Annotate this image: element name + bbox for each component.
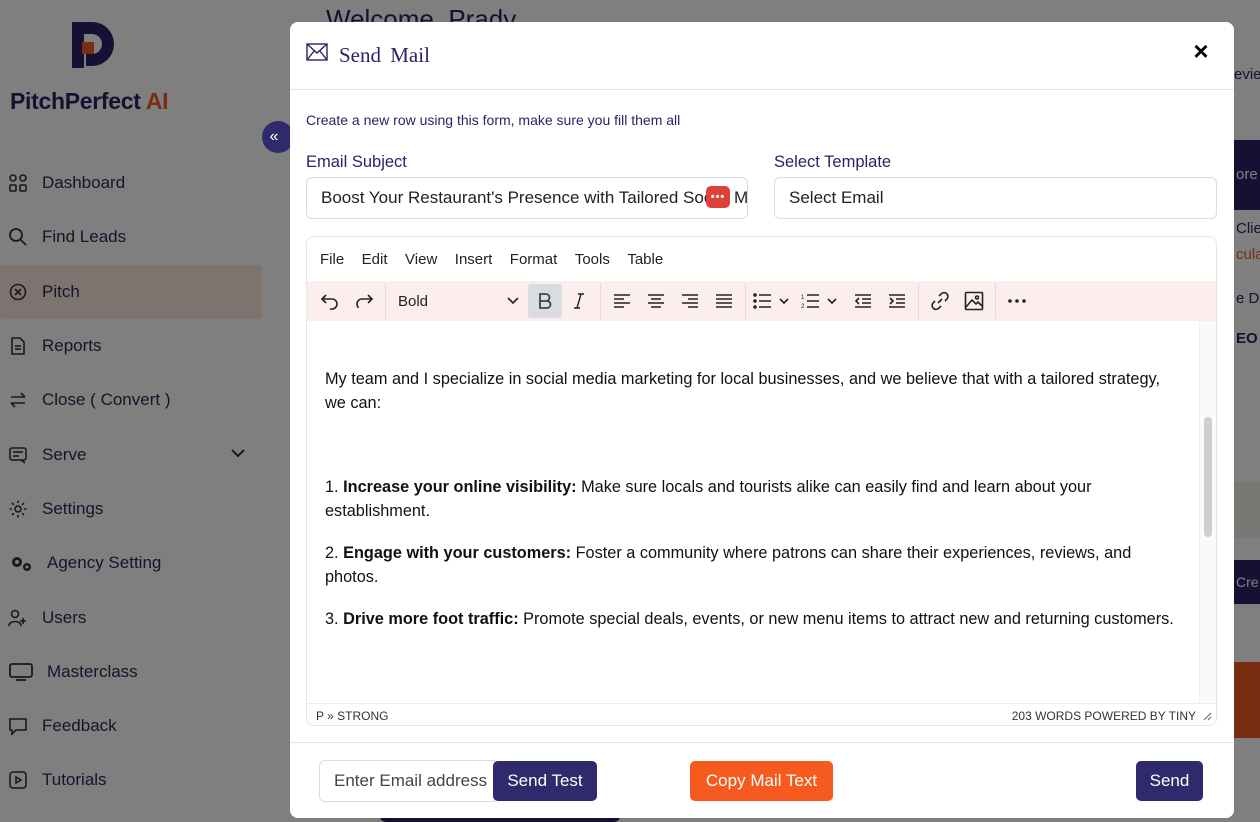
editor-scrollbar[interactable] — [1199, 321, 1216, 703]
close-icon[interactable]: × — [1188, 38, 1214, 64]
align-left-icon[interactable] — [605, 284, 639, 318]
editor-menubar: File Edit View Insert Format Tools Table — [307, 237, 1216, 281]
editor-toolbar: Bold 12 — [307, 281, 1216, 321]
menu-file[interactable]: File — [320, 251, 344, 268]
align-center-icon[interactable] — [639, 284, 673, 318]
modal-footer: Enter Email address Send Test Copy Mail … — [290, 742, 1234, 818]
indent-icon[interactable] — [880, 284, 914, 318]
mail-icon — [306, 43, 328, 61]
editor-content[interactable]: My team and I specialize in social media… — [307, 321, 1199, 703]
numbered-list-icon[interactable]: 12 — [798, 284, 846, 318]
bold-icon[interactable] — [528, 284, 562, 318]
more-icon[interactable] — [1000, 284, 1034, 318]
menu-format[interactable]: Format — [510, 251, 558, 268]
list-item: 2. Engage with your customers: Foster a … — [325, 544, 1132, 586]
copy-mail-text-button[interactable]: Copy Mail Text — [690, 761, 833, 801]
modal-header: Send Mail × — [290, 22, 1234, 90]
toolbar-divider — [918, 283, 919, 319]
send-button[interactable]: Send — [1136, 761, 1203, 801]
bullet-list-icon[interactable] — [750, 284, 798, 318]
italic-icon[interactable] — [562, 284, 596, 318]
modal-title: Send Mail — [339, 43, 430, 67]
editor-statusbar: P » STRONG 203 WORDS POWERED BY TINY — [307, 703, 1216, 725]
scrollbar-thumb[interactable] — [1204, 417, 1212, 537]
menu-view[interactable]: View — [405, 251, 437, 268]
block-format-select[interactable]: Bold — [390, 284, 528, 318]
select-template-label: Select Template — [774, 153, 892, 171]
align-right-icon[interactable] — [673, 284, 707, 318]
word-count: 203 WORDS POWERED BY TINY — [1011, 709, 1196, 723]
menu-insert[interactable]: Insert — [455, 251, 493, 268]
send-mail-modal: Send Mail × Create a new row using this … — [290, 22, 1234, 818]
svg-text:2: 2 — [801, 304, 805, 309]
email-intro-paragraph: My team and I specialize in social media… — [325, 370, 1160, 412]
toolbar-divider — [995, 283, 996, 319]
chevron-down-icon — [507, 297, 519, 305]
menu-edit[interactable]: Edit — [362, 251, 388, 268]
toolbar-divider — [385, 283, 386, 319]
send-test-button[interactable]: Send Test — [493, 761, 597, 801]
svg-text:1: 1 — [801, 295, 805, 301]
align-justify-icon[interactable] — [707, 284, 741, 318]
email-subject-label: Email Subject — [306, 153, 407, 171]
email-subject-input[interactable]: Boost Your Restaurant's Presence with Ta… — [306, 177, 748, 219]
redo-icon[interactable] — [347, 284, 381, 318]
more-dots-icon[interactable]: ••• — [706, 186, 730, 208]
list-item: 1. Increase your online visibility: Make… — [325, 478, 1092, 520]
image-icon[interactable] — [957, 284, 991, 318]
link-icon[interactable] — [923, 284, 957, 318]
menu-table[interactable]: Table — [627, 251, 663, 268]
form-hint: Create a new row using this form, make s… — [306, 112, 681, 128]
outdent-icon[interactable] — [846, 284, 880, 318]
resize-handle-icon[interactable] — [1202, 711, 1212, 721]
list-item: 3. Drive more foot traffic: Promote spec… — [325, 610, 1174, 628]
select-template-dropdown[interactable]: Select Email — [774, 177, 1217, 219]
undo-icon[interactable] — [313, 284, 347, 318]
menu-tools[interactable]: Tools — [575, 251, 610, 268]
toolbar-divider — [600, 283, 601, 319]
rich-text-editor: File Edit View Insert Format Tools Table… — [306, 236, 1217, 726]
test-email-input[interactable]: Enter Email address — [319, 760, 495, 802]
element-path[interactable]: P » STRONG — [316, 709, 388, 723]
toolbar-divider — [745, 283, 746, 319]
